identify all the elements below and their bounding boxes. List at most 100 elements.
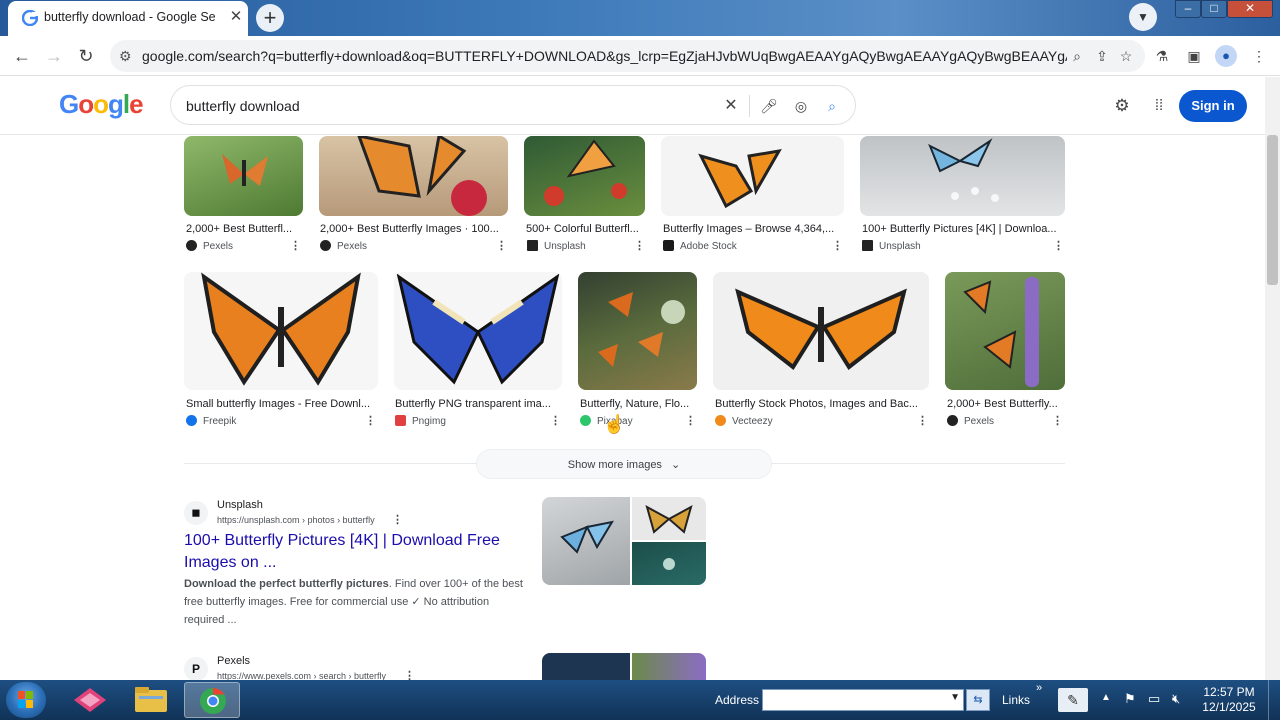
show-desktop-button[interactable] <box>1268 680 1280 720</box>
image-result[interactable] <box>184 272 378 390</box>
image-result[interactable] <box>524 136 645 216</box>
action-center-flag-icon[interactable]: ⚑ <box>1124 691 1136 707</box>
chevron-right-icon[interactable]: » <box>1036 682 1042 694</box>
new-tab-button[interactable]: + <box>256 4 284 32</box>
result-thumbnail[interactable] <box>542 497 706 585</box>
image-caption[interactable]: 2,000+ Best Butterfly... <box>947 398 1063 410</box>
forward-arrow-icon[interactable]: → <box>42 44 66 68</box>
apps-grid-icon[interactable]: ⁞⁞ <box>1149 96 1169 116</box>
result-site-name[interactable]: Unsplash <box>217 499 263 511</box>
image-source[interactable]: Pexels <box>186 240 233 252</box>
start-button-windows-icon[interactable] <box>6 682 46 718</box>
close-tab-icon[interactable]: ✕ <box>226 7 246 27</box>
go-arrows-icon[interactable]: ⇆ <box>966 689 990 711</box>
image-source[interactable]: Freepik <box>186 415 236 427</box>
close-window-button[interactable]: ✕ <box>1227 0 1273 18</box>
result-site-name[interactable]: Pexels <box>217 655 250 667</box>
search-box[interactable]: butterfly download ✕ 🎤︎ ◎ ⌕ <box>170 85 856 125</box>
more-options-icon[interactable]: ⋮ <box>290 239 301 252</box>
pexels-icon <box>186 240 197 251</box>
links-toolbar-label[interactable]: Links <box>1002 693 1030 707</box>
zoom-search-icon[interactable]: ⌕ <box>1067 46 1087 66</box>
image-caption[interactable]: Butterfly Images – Browse 4,364,... <box>663 223 841 235</box>
image-caption[interactable]: 500+ Colorful Butterfl... <box>526 223 644 235</box>
more-options-icon[interactable]: ⋮ <box>634 239 645 252</box>
image-caption[interactable]: 100+ Butterfly Pictures [4K] | Downloa..… <box>862 223 1062 235</box>
result-url[interactable]: https://unsplash.com › photos › butterfl… <box>217 515 375 525</box>
file-explorer-folder-icon[interactable] <box>123 682 179 718</box>
bookmark-star-icon[interactable]: ☆ <box>1116 46 1136 66</box>
more-options-icon[interactable]: ⋮ <box>685 414 696 427</box>
image-source[interactable]: Adobe Stock <box>663 240 737 252</box>
more-options-icon[interactable]: ⋮ <box>917 414 928 427</box>
search-query[interactable]: butterfly download <box>186 98 300 114</box>
image-caption[interactable]: Small butterfly Images - Free Downl... <box>186 398 376 410</box>
profile-avatar[interactable]: ● <box>1215 45 1237 67</box>
tab-search-chevron-icon[interactable]: ▼ <box>1129 3 1157 31</box>
image-source[interactable]: Unsplash <box>527 240 586 252</box>
more-options-icon[interactable]: ⋮ <box>832 239 843 252</box>
more-options-icon[interactable]: ⋮ <box>1052 414 1063 427</box>
image-row-1: 2,000+ Best Butterfl... Pexels ⋮ 2,000+ … <box>0 136 1265 256</box>
chrome-taskbar-icon[interactable] <box>184 682 240 718</box>
address-bar[interactable]: ⚙ google.com/search?q=butterfly+download… <box>110 40 1145 72</box>
system-clock[interactable]: 12:57 PM 12/1/2025 <box>1196 685 1262 715</box>
image-result[interactable] <box>578 272 697 390</box>
side-panel-icon[interactable]: ▣ <box>1184 46 1204 66</box>
sign-in-button[interactable]: Sign in <box>1179 90 1247 122</box>
vecteezy-icon <box>715 415 726 426</box>
result-title-link[interactable]: 100+ Butterfly Pictures [4K] | Download … <box>184 530 524 574</box>
network-icon[interactable]: ▭ <box>1148 691 1160 707</box>
maximize-button[interactable]: □ <box>1201 0 1227 18</box>
chrome-menu-icon[interactable]: ⋮ <box>1249 46 1269 66</box>
taskbar-address-input[interactable]: ▼ <box>762 689 964 711</box>
browser-tab[interactable]: butterfly download - Google Se ✕ <box>8 1 248 36</box>
image-source[interactable]: Unsplash <box>862 240 921 252</box>
image-source[interactable]: Pexels <box>947 415 994 427</box>
taskbar-app-icon[interactable] <box>62 682 118 718</box>
image-caption[interactable]: Butterfly, Nature, Flo... <box>580 398 695 410</box>
lens-camera-icon[interactable]: ◎ <box>791 96 811 116</box>
image-result[interactable] <box>394 272 562 390</box>
more-options-icon[interactable]: ⋮ <box>496 239 507 252</box>
more-options-icon[interactable]: ⋮ <box>1053 239 1064 252</box>
image-caption[interactable]: 2,000+ Best Butterfl... <box>186 223 298 235</box>
image-result[interactable] <box>319 136 508 216</box>
tray-expand-icon[interactable]: ▲ <box>1101 692 1111 703</box>
voice-search-mic-icon[interactable]: 🎤︎ <box>759 96 779 116</box>
image-caption[interactable]: Butterfly PNG transparent ima... <box>395 398 560 410</box>
image-result[interactable] <box>661 136 844 216</box>
labs-flask-icon[interactable]: ⚗ <box>1152 46 1172 66</box>
share-icon[interactable]: ⇪ <box>1092 46 1112 66</box>
back-arrow-icon[interactable]: ← <box>10 44 34 68</box>
result-options-icon[interactable]: ⋮ <box>404 669 415 680</box>
google-logo[interactable]: Google <box>59 89 144 120</box>
result-options-icon[interactable]: ⋮ <box>392 513 403 526</box>
image-result[interactable] <box>945 272 1065 390</box>
image-result[interactable] <box>713 272 929 390</box>
image-result[interactable] <box>184 136 303 216</box>
image-caption[interactable]: 2,000+ Best Butterfly Images · 100... <box>320 223 506 235</box>
image-source[interactable]: Vecteezy <box>715 415 773 427</box>
settings-gear-icon[interactable]: ⚙ <box>1112 96 1132 116</box>
dropdown-arrow-icon[interactable]: ▼ <box>950 692 960 703</box>
site-info-icon[interactable]: ⚙ <box>119 48 132 65</box>
volume-muted-icon[interactable]: 🔇︎ <box>1172 691 1180 707</box>
unsplash-icon <box>862 240 873 251</box>
image-result[interactable] <box>860 136 1065 216</box>
more-options-icon[interactable]: ⋮ <box>550 414 561 427</box>
result-thumbnail[interactable] <box>542 653 706 680</box>
url-text[interactable]: google.com/search?q=butterfly+download&o… <box>142 48 1067 64</box>
image-caption[interactable]: Butterfly Stock Photos, Images and Bac..… <box>715 398 925 410</box>
result-url[interactable]: https://www.pexels.com › search › butter… <box>217 671 386 680</box>
clear-search-icon[interactable]: ✕ <box>721 96 741 116</box>
image-source[interactable]: Pexels <box>320 240 367 252</box>
search-icon[interactable]: ⌕ <box>822 96 842 116</box>
reload-icon[interactable]: ↻ <box>74 44 98 68</box>
more-options-icon[interactable]: ⋮ <box>365 414 376 427</box>
image-source[interactable]: Pngimg <box>395 415 446 427</box>
show-more-images-button[interactable]: Show more images ⌄ <box>476 449 772 479</box>
minimize-button[interactable]: – <box>1175 0 1201 18</box>
scrollbar-thumb[interactable] <box>1267 135 1278 285</box>
notepad-pen-icon[interactable]: ✎ <box>1058 688 1088 712</box>
